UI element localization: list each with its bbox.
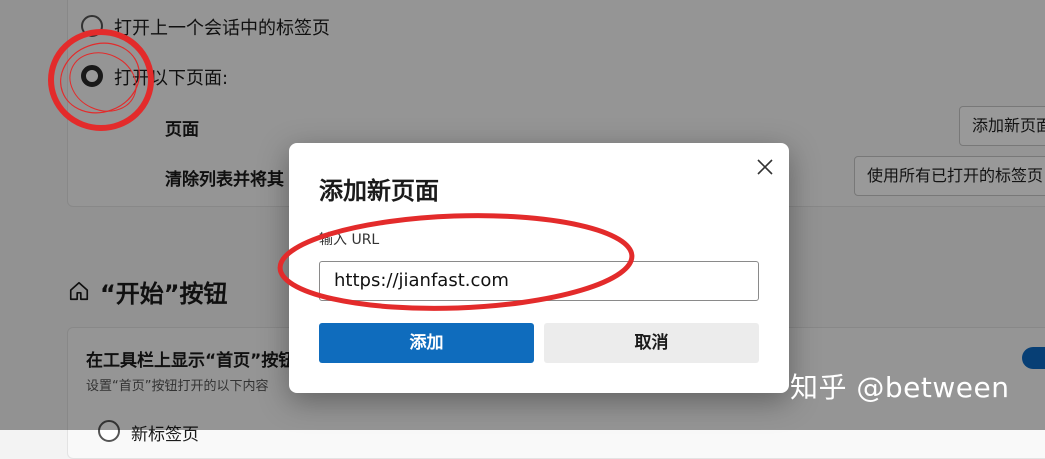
watermark-text: 知乎 @between (790, 371, 1010, 404)
dialog-title: 添加新页面 (319, 177, 439, 205)
add-new-page-dialog: 添加新页面 输入 URL https://jianfast.com 添加 取消 (289, 143, 789, 393)
add-button[interactable]: 添加 (319, 323, 534, 363)
cancel-button[interactable]: 取消 (544, 323, 759, 363)
url-label: 输入 URL (319, 232, 380, 248)
close-icon[interactable] (752, 154, 778, 180)
url-input[interactable]: https://jianfast.com (319, 261, 759, 301)
